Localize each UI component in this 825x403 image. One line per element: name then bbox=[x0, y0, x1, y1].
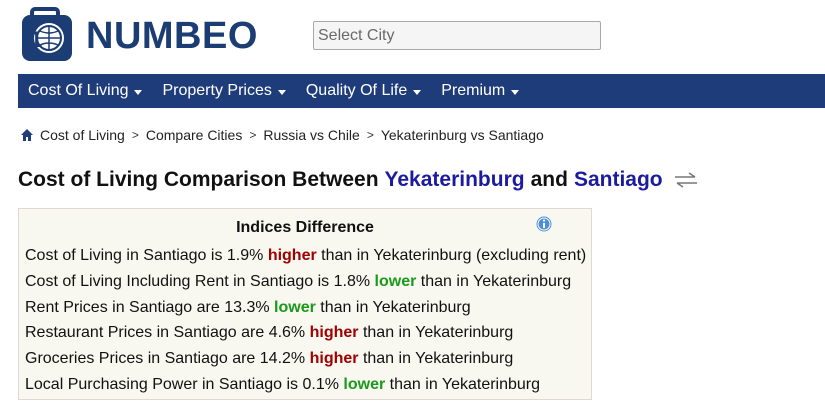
comparison-word: higher bbox=[267, 247, 317, 264]
row-text: Rent Prices in Santiago are 13.3% bbox=[25, 298, 270, 316]
breadcrumb-separator: > bbox=[366, 128, 374, 142]
row-text: Groceries Prices in Santiago are 14.2% bbox=[25, 350, 306, 368]
breadcrumb-current[interactable]: Yekaterinburg vs Santiago bbox=[381, 127, 544, 143]
nav-quality-of-life[interactable]: Quality Of Life bbox=[296, 74, 431, 108]
nav-cost-of-living[interactable]: Cost Of Living bbox=[18, 74, 152, 108]
nav-label: Cost Of Living bbox=[28, 82, 129, 99]
row-text: than in Yekaterinburg bbox=[320, 298, 471, 316]
index-row: Restaurant Prices in Santiago are 4.6% h… bbox=[25, 320, 586, 346]
caret-down-icon bbox=[277, 89, 286, 95]
row-text: Restaurant Prices in Santiago are 4.6% bbox=[25, 324, 306, 342]
breadcrumb-separator: > bbox=[131, 128, 139, 142]
indices-list: Cost of Living in Santiago is 1.9% highe… bbox=[25, 243, 586, 398]
row-text: than in Yekaterinburg (excluding rent) bbox=[321, 247, 587, 264]
breadcrumb-compare-cities[interactable]: Compare Cities bbox=[146, 127, 242, 143]
row-text: than in Yekaterinburg bbox=[420, 272, 572, 290]
indices-difference-panel: Indices Difference Cost of Living in San… bbox=[18, 208, 592, 400]
index-row: Local Purchasing Power in Santiago is 0.… bbox=[25, 372, 586, 398]
row-text: Local Purchasing Power in Santiago is 0.… bbox=[25, 375, 339, 393]
caret-down-icon bbox=[413, 89, 422, 95]
logo-icon: 1 bbox=[22, 7, 72, 61]
swap-cities-icon[interactable] bbox=[673, 170, 699, 190]
nav-label: Premium bbox=[441, 82, 506, 99]
row-text: than in Yekaterinburg bbox=[362, 350, 514, 368]
breadcrumb: Cost of Living > Compare Cities > Russia… bbox=[20, 127, 544, 143]
comparison-word: higher bbox=[309, 350, 359, 368]
page-title: Cost of Living Comparison Between Yekate… bbox=[18, 168, 699, 192]
row-text: than in Yekaterinburg bbox=[362, 324, 514, 342]
main-nav: Cost Of Living Property Prices Quality O… bbox=[18, 74, 825, 108]
comparison-word: lower bbox=[374, 272, 417, 290]
index-row: Cost of Living Including Rent in Santiag… bbox=[25, 269, 586, 295]
index-row: Rent Prices in Santiago are 13.3% lower … bbox=[25, 295, 586, 321]
numbeo-logo[interactable]: 1 NUMBEO bbox=[18, 6, 258, 66]
comparison-word: lower bbox=[343, 375, 386, 393]
comparison-word: lower bbox=[274, 298, 316, 316]
comparison-word: higher bbox=[309, 324, 359, 342]
row-text: than in Yekaterinburg bbox=[389, 375, 541, 393]
city2-link[interactable]: Santiago bbox=[574, 168, 663, 192]
row-text: Cost of Living in Santiago is 1.9% bbox=[25, 247, 264, 264]
info-icon[interactable] bbox=[536, 216, 552, 232]
index-row: Groceries Prices in Santiago are 14.2% h… bbox=[25, 346, 586, 372]
title-prefix: Cost of Living Comparison Between bbox=[18, 168, 379, 191]
breadcrumb-separator: > bbox=[249, 128, 257, 142]
breadcrumb-russia-vs-chile[interactable]: Russia vs Chile bbox=[263, 127, 359, 143]
city-search-input[interactable] bbox=[313, 21, 601, 50]
home-icon[interactable] bbox=[20, 128, 34, 142]
nav-property-prices[interactable]: Property Prices bbox=[152, 74, 295, 108]
title-conjunction: and bbox=[530, 168, 568, 191]
brand-name: NUMBEO bbox=[86, 14, 258, 57]
caret-down-icon bbox=[511, 89, 520, 95]
row-text: Cost of Living Including Rent in Santiag… bbox=[25, 272, 371, 290]
svg-text:1: 1 bbox=[30, 27, 42, 52]
nav-label: Property Prices bbox=[162, 82, 272, 99]
nav-label: Quality Of Life bbox=[305, 82, 408, 99]
city1-link[interactable]: Yekaterinburg bbox=[385, 168, 525, 192]
nav-premium[interactable]: Premium bbox=[431, 74, 529, 108]
breadcrumb-cost-of-living[interactable]: Cost of Living bbox=[40, 127, 125, 143]
panel-heading: Indices Difference bbox=[236, 219, 374, 236]
index-row: Cost of Living in Santiago is 1.9% highe… bbox=[25, 243, 586, 269]
caret-down-icon bbox=[134, 89, 143, 95]
